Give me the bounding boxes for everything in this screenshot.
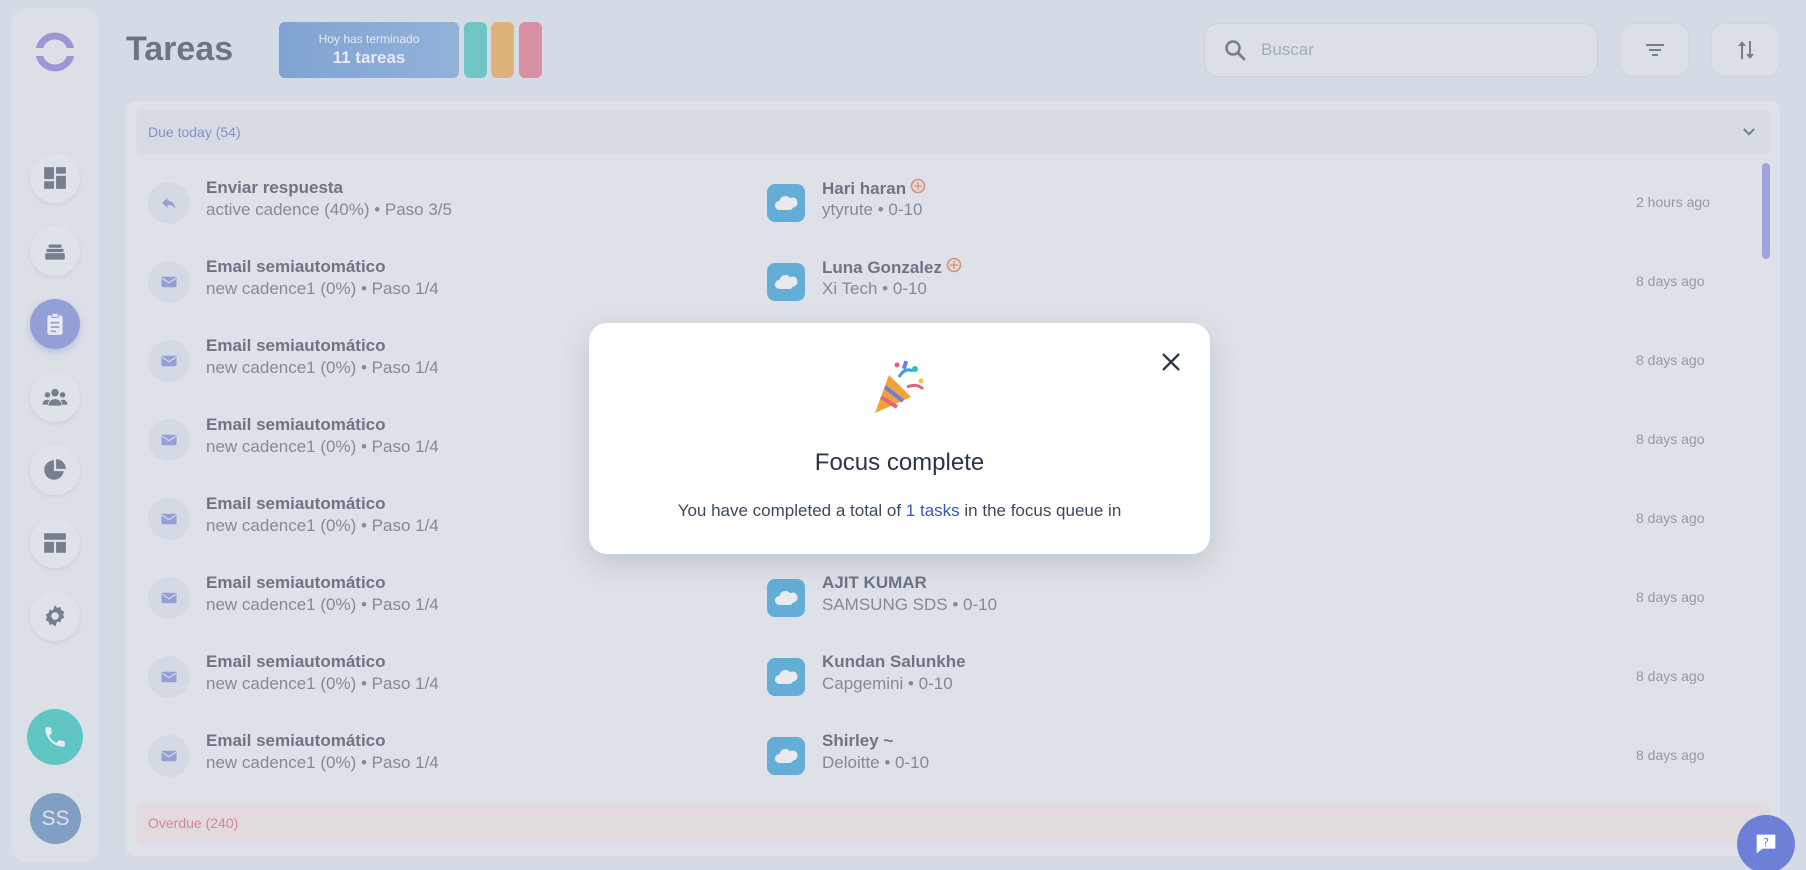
focus-complete-dialog: Focus complete You have completed a tota… — [589, 323, 1210, 554]
close-icon[interactable] — [1154, 345, 1188, 379]
svg-text:?: ? — [1763, 835, 1769, 849]
dialog-message-end: in the focus queue in — [964, 501, 1122, 520]
dialog-message-start: You have completed a total of — [677, 501, 902, 520]
chat-icon: ? — [1756, 834, 1776, 854]
chat-support-button[interactable]: ? — [1737, 815, 1795, 870]
party-popper-icon — [869, 357, 929, 417]
dialog-message: You have completed a total of 1 tasks in… — [589, 501, 1210, 521]
dialog-task-count: 1 tasks — [905, 501, 960, 520]
dialog-title: Focus complete — [814, 449, 985, 476]
